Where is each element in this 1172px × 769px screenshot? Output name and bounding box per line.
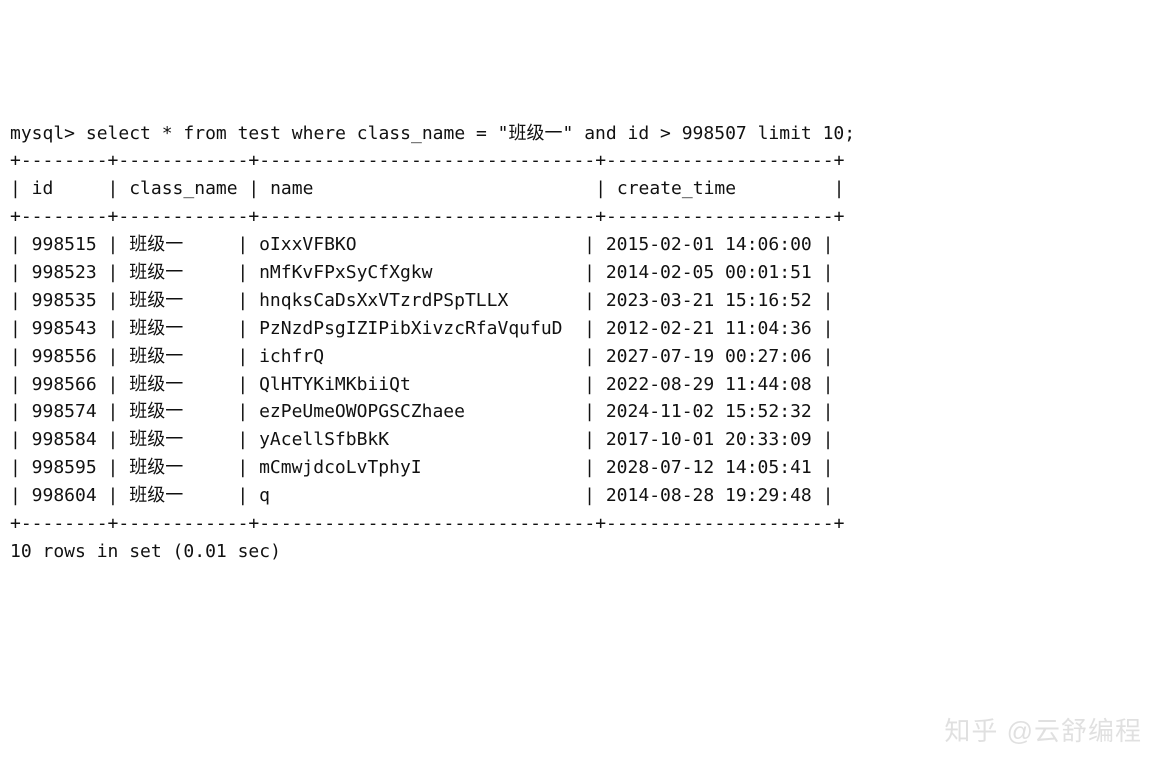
watermark-text: 知乎 @云舒编程 — [944, 711, 1142, 751]
table-row: | 998574 | 班级一 | ezPeUmeOWOPGSCZhaee | 2… — [10, 401, 833, 422]
table-row: | 998584 | 班级一 | yAcellSfbBkK | 2017-10-… — [10, 429, 833, 450]
table-row: | 998515 | 班级一 | oIxxVFBKO | 2015-02-01 … — [10, 234, 833, 255]
table-row: | 998595 | 班级一 | mCmwjdcoLvTphyI | 2028-… — [10, 457, 833, 478]
result-footer: 10 rows in set (0.01 sec) — [10, 541, 281, 562]
table-header: | id | class_name | name | create_time | — [10, 178, 844, 199]
table-border-bottom: +--------+------------+-----------------… — [10, 513, 844, 534]
table-row: | 998604 | 班级一 | q | 2014-08-28 19:29:48… — [10, 485, 833, 506]
table-border-top: +--------+------------+-----------------… — [10, 150, 844, 171]
sql-query: select * from test where class_name = "班… — [86, 123, 855, 144]
table-row: | 998523 | 班级一 | nMfKvFPxSyCfXgkw | 2014… — [10, 262, 833, 283]
table-row: | 998566 | 班级一 | QlHTYKiMKbiiQt | 2022-0… — [10, 374, 833, 395]
table-row: | 998535 | 班级一 | hnqksCaDsXxVTzrdPSpTLLX… — [10, 290, 833, 311]
mysql-prompt: mysql> — [10, 123, 75, 144]
table-row: | 998543 | 班级一 | PzNzdPsgIZIPibXivzcRfaV… — [10, 318, 833, 339]
terminal-output: mysql> select * from test where class_na… — [10, 120, 1162, 566]
table-border-mid: +--------+------------+-----------------… — [10, 206, 844, 227]
table-row: | 998556 | 班级一 | ichfrQ | 2027-07-19 00:… — [10, 346, 833, 367]
